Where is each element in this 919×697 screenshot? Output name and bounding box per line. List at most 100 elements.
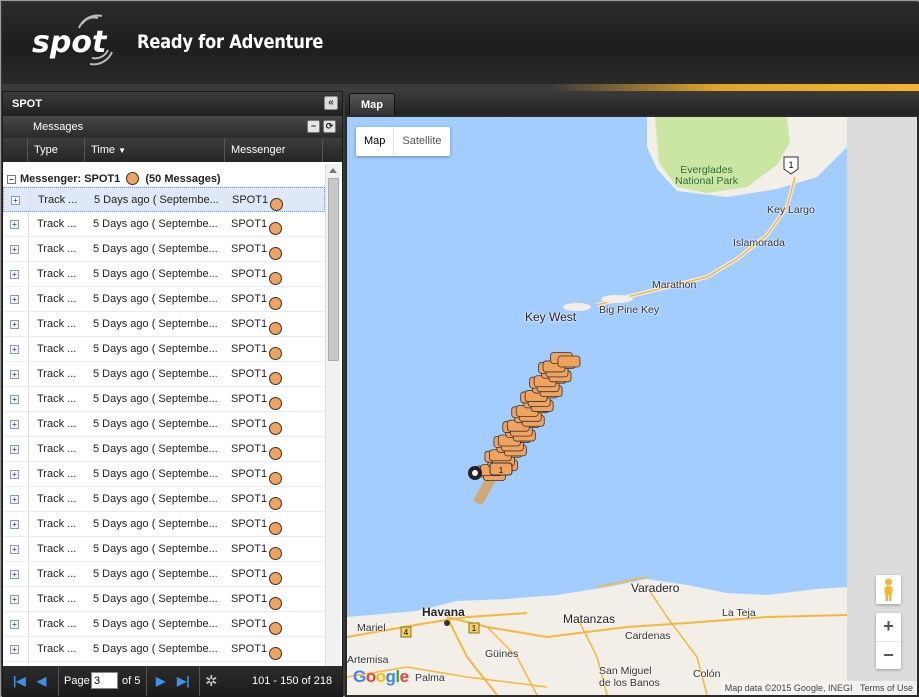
row-expand-icon[interactable]: + <box>10 520 19 529</box>
terms-of-use-link[interactable]: Terms of Use <box>860 683 913 693</box>
row-expand-icon[interactable]: + <box>10 645 19 654</box>
row-expand-icon[interactable]: + <box>10 620 19 629</box>
cell-time: 5 Days ago ( Septembe... <box>93 593 218 605</box>
row-expand-icon[interactable]: + <box>10 270 19 279</box>
grid-scrollbar[interactable] <box>325 164 340 666</box>
messenger-color-dot <box>269 647 282 660</box>
zoom-in-button[interactable]: + <box>876 613 901 641</box>
previous-page-icon[interactable]: ◀ <box>37 674 46 688</box>
row-expand-icon[interactable]: + <box>10 570 19 579</box>
row-expand-icon[interactable]: + <box>11 196 20 205</box>
last-page-icon[interactable]: ▶| <box>177 674 190 688</box>
map-type-satellite-button[interactable]: Satellite <box>393 127 449 156</box>
column-header-type[interactable]: Type <box>28 138 85 162</box>
message-row[interactable]: + Track ... 5 Days ago ( Septembe... SPOT1 <box>3 562 325 587</box>
tab-map[interactable]: Map <box>349 93 395 115</box>
message-row[interactable]: + Track ... 5 Days ago ( Septembe... SPOT1 <box>3 362 325 387</box>
page-number-input[interactable] <box>91 672 118 689</box>
map-type-control: Map Satellite <box>356 127 450 156</box>
row-expand-icon[interactable]: + <box>10 245 19 254</box>
place-havana: Havana <box>422 605 465 619</box>
cell-type: Track ... <box>28 562 85 586</box>
cell-messenger: SPOT1 <box>231 493 268 505</box>
messenger-color-dot <box>269 422 282 435</box>
group-label: Messenger: SPOT1 <box>20 173 121 185</box>
pagination-toolbar: |◀ ◀ Page of 5 ▶ ▶| ✲ 101 - 150 of 218 <box>3 666 342 696</box>
cuba4-shield-text: 4 <box>404 628 409 637</box>
message-row[interactable]: + Track ... 5 Days ago ( Septembe... SPOT1 <box>3 462 325 487</box>
cell-messenger: SPOT1 <box>231 343 268 355</box>
cell-type: Track ... <box>28 287 85 311</box>
next-page-icon[interactable]: ▶ <box>156 674 165 688</box>
cell-time: 5 Days ago ( Septembe... <box>93 343 218 355</box>
collapse-panel-button[interactable]: « <box>324 96 338 110</box>
row-expand-icon[interactable]: + <box>10 495 19 504</box>
message-row[interactable]: + Track ... 5 Days ago ( Septembe... SPOT1 <box>3 262 325 287</box>
column-header-messenger[interactable]: Messenger <box>225 138 323 162</box>
map-data-attribution: Map data ©2015 Google, INEGI <box>724 683 853 693</box>
row-expand-icon[interactable]: + <box>10 595 19 604</box>
zoom-out-button[interactable]: − <box>876 641 901 669</box>
message-row[interactable]: + Track ... 5 Days ago ( Septembe... SPOT1 <box>3 287 325 312</box>
row-expand-icon[interactable]: + <box>10 395 19 404</box>
cell-time: 5 Days ago ( Septembe... <box>93 618 218 630</box>
cell-time: 5 Days ago ( Septembe... <box>93 443 218 455</box>
row-expand-icon[interactable]: + <box>10 345 19 354</box>
group-collapse-toggle[interactable]: − <box>7 175 16 184</box>
message-row[interactable]: + Track ... 5 Days ago ( Septembe... SPOT1 <box>3 412 325 437</box>
pager-separator <box>199 666 200 696</box>
message-row[interactable]: + Track ... 5 Days ago ( Septembe... SPOT1 <box>3 312 325 337</box>
message-row[interactable]: + Track ... 5 Days ago ( Septembe... SPOT1 <box>3 237 325 262</box>
message-row[interactable]: + Track ... 5 Days ago ( Septembe... SPOT1 <box>3 212 325 237</box>
message-row[interactable]: + Track ... 5 Days ago ( Septembe... SPOT1 <box>3 337 325 362</box>
cell-messenger: SPOT1 <box>231 318 268 330</box>
messenger-color-dot <box>269 447 282 460</box>
scroll-up-arrow-icon[interactable] <box>329 168 337 173</box>
scroll-thumb[interactable] <box>328 178 339 361</box>
refresh-grid-icon[interactable]: ✲ <box>205 672 218 690</box>
message-row[interactable]: + Track ... 5 Days ago ( Septembe... SPOT1 <box>3 512 325 537</box>
cell-time: 5 Days ago ( Septembe... <box>93 243 218 255</box>
message-row[interactable]: + Track ... 5 Days ago ( Septembe... SPOT1 <box>3 437 325 462</box>
cell-time: 5 Days ago ( Septembe... <box>93 493 218 505</box>
cell-type: Track ... <box>28 337 85 361</box>
place-everglades: Everglades National Park <box>675 164 739 187</box>
refresh-button[interactable]: ⟳ <box>323 120 336 133</box>
cell-messenger: SPOT1 <box>231 268 268 280</box>
messenger-color-dot <box>269 622 282 635</box>
row-expand-icon[interactable]: + <box>10 370 19 379</box>
row-expand-icon[interactable]: + <box>10 545 19 554</box>
cell-type: Track ... <box>28 637 85 661</box>
column-header-time[interactable]: Time ▼ <box>85 138 225 162</box>
message-row[interactable]: + Track ... 5 Days ago ( Septembe... SPOT1 <box>3 587 325 612</box>
first-page-icon[interactable]: |◀ <box>13 674 26 688</box>
message-row[interactable]: + Track ... 5 Days ago ( Septembe... SPOT1 <box>3 487 325 512</box>
message-row[interactable]: + Track ... 5 Days ago ( Septembe... SPOT1 <box>3 187 325 212</box>
app-tagline: Ready for Adventure <box>137 31 324 53</box>
row-expand-icon[interactable]: + <box>10 220 19 229</box>
panel-title: SPOT « <box>3 92 342 116</box>
app-window: spot Ready for Adventure SPOT « Messages… <box>0 0 919 697</box>
messages-panel: SPOT « Messages − ⟳ Type Time ▼ Messenge… <box>2 91 343 697</box>
message-row[interactable]: + Track ... 5 Days ago ( Septembe... SPOT1 <box>3 537 325 562</box>
us1-shield-text: 1 <box>788 160 793 170</box>
message-row[interactable]: + Track ... 5 Days ago ( Septembe... SPOT1 <box>3 387 325 412</box>
place-artemisa: Artemisa <box>347 654 389 666</box>
message-row[interactable]: + Track ... 5 Days ago ( Septembe... SPOT1 <box>3 637 325 662</box>
map-canvas[interactable]: 1 1 4 1 Everglades National Park Key Lar… <box>347 117 917 695</box>
row-expand-icon[interactable]: + <box>10 295 19 304</box>
track-marker-icon <box>557 355 581 368</box>
row-expand-icon[interactable]: + <box>10 445 19 454</box>
row-expand-icon[interactable]: + <box>10 470 19 479</box>
group-count: (50 Messages) <box>145 173 221 185</box>
group-row-spot1[interactable]: − Messenger: SPOT1 (50 Messages) <box>3 162 325 187</box>
cell-time: 5 Days ago ( Septembe... <box>93 368 218 380</box>
messenger-color-dot <box>269 222 282 235</box>
row-expand-icon[interactable]: + <box>10 320 19 329</box>
row-expand-icon[interactable]: + <box>10 420 19 429</box>
street-view-pegman-icon[interactable] <box>876 575 901 604</box>
minimize-button[interactable]: − <box>307 120 320 133</box>
havana-city-dot <box>444 620 450 626</box>
message-row[interactable]: + Track ... 5 Days ago ( Septembe... SPOT1 <box>3 612 325 637</box>
map-type-map-button[interactable]: Map <box>356 127 393 156</box>
